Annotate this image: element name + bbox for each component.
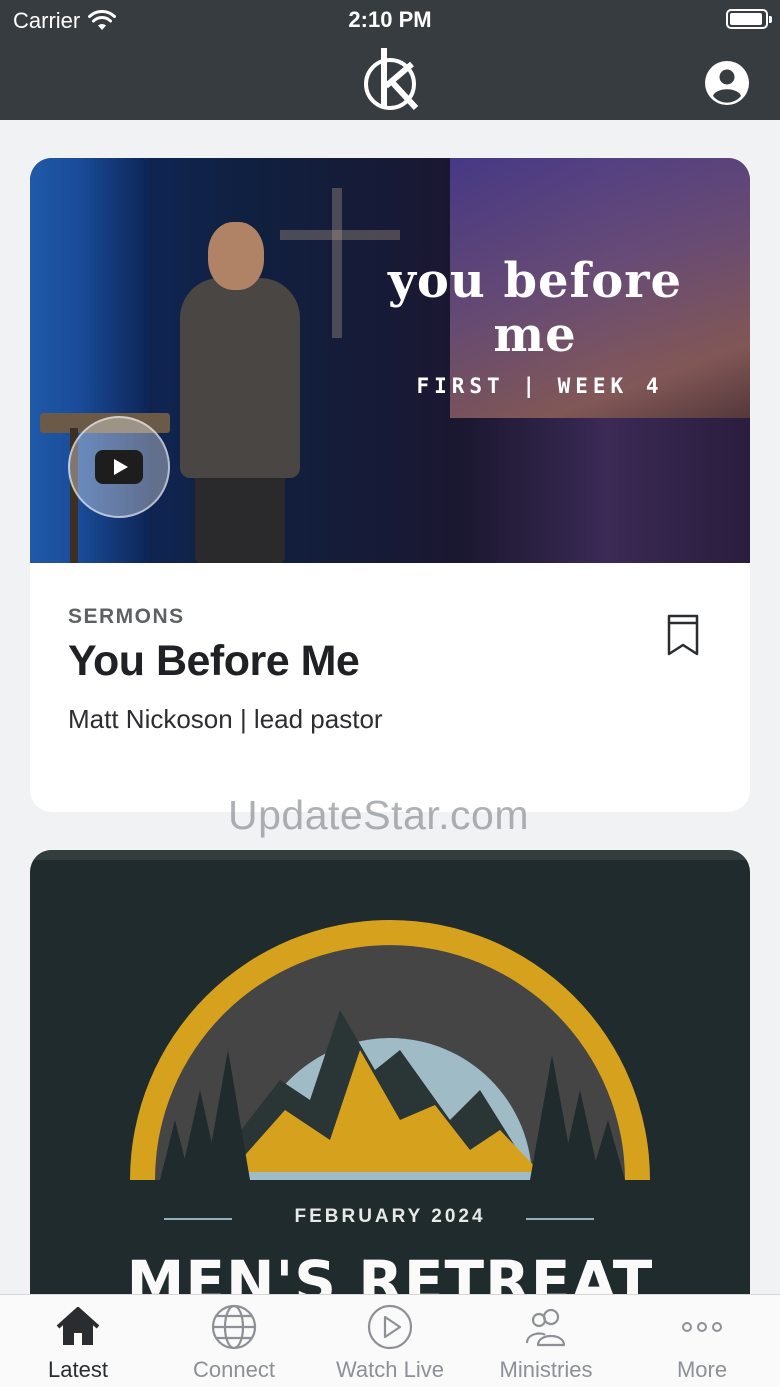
battery-icon xyxy=(726,9,772,29)
tab-more[interactable]: More xyxy=(624,1295,780,1387)
retreat-card[interactable]: FEBRUARY 2024 MEN'S RETREAT xyxy=(30,850,750,1294)
globe-icon xyxy=(211,1304,257,1350)
tab-ministries[interactable]: Ministries xyxy=(468,1295,624,1387)
youtube-play-icon xyxy=(95,450,143,484)
sermon-info: SERMONS You Before Me Matt Nickoson | le… xyxy=(30,563,750,735)
artwork-title: you before me xyxy=(387,253,683,363)
sermon-artwork[interactable]: you before me FIRST | WEEK 4 xyxy=(30,158,750,563)
tab-bar: Latest Connect Watch Live Ministries Mor… xyxy=(0,1294,780,1387)
people-icon xyxy=(525,1308,566,1347)
ck-logo-icon[interactable] xyxy=(360,46,420,112)
card-subtitle: Matt Nickoson | lead pastor xyxy=(68,704,383,734)
more-dots-icon xyxy=(682,1322,722,1332)
tab-label: Ministries xyxy=(499,1357,593,1382)
tab-label: Watch Live xyxy=(335,1357,444,1382)
sermon-card[interactable]: you before me FIRST | WEEK 4 SERMONS You… xyxy=(30,158,750,812)
artwork-subtitle: FIRST | WEEK 4 xyxy=(416,374,664,398)
user-circle-icon[interactable] xyxy=(704,60,750,106)
divider-right xyxy=(526,1218,594,1220)
retreat-title: MEN'S RETREAT xyxy=(126,1248,654,1294)
home-icon xyxy=(56,1307,100,1345)
tab-watch-live[interactable]: Watch Live xyxy=(312,1295,468,1387)
top-bar: Carrier 2:10 PM xyxy=(0,0,780,120)
tab-latest[interactable]: Latest xyxy=(0,1295,156,1387)
retreat-date: FEBRUARY 2024 xyxy=(294,1206,486,1227)
feed[interactable]: you before me FIRST | WEEK 4 SERMONS You… xyxy=(0,120,780,1294)
tab-label: More xyxy=(676,1357,728,1382)
bookmark-icon[interactable] xyxy=(666,613,700,657)
card-category: SERMONS xyxy=(68,605,185,628)
play-circle-icon xyxy=(367,1304,413,1350)
status-bar: Carrier 2:10 PM xyxy=(0,0,780,40)
play-button[interactable] xyxy=(68,416,170,518)
card-title: You Before Me xyxy=(68,637,360,685)
tab-label: Connect xyxy=(193,1357,275,1382)
status-time: 2:10 PM xyxy=(348,7,432,32)
tab-label: Latest xyxy=(48,1357,108,1382)
tab-connect[interactable]: Connect xyxy=(156,1295,312,1387)
